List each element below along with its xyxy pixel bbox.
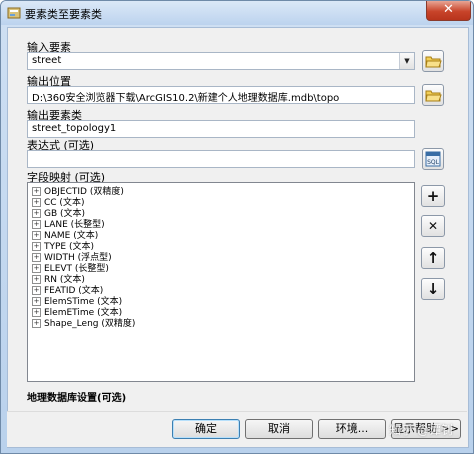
- field-map-item-label: ELEVT (长整型): [44, 264, 109, 274]
- field-map-item-label: FEATID (文本): [44, 286, 104, 296]
- field-map-item[interactable]: + WIDTH (浮点型): [32, 253, 112, 264]
- expand-icon[interactable]: +: [32, 319, 41, 328]
- folder-icon: [425, 90, 442, 102]
- title-bar[interactable]: 要素类至要素类 ✕: [1, 1, 473, 25]
- field-map-item-label: ElemSTime (文本): [44, 297, 123, 307]
- expand-icon[interactable]: +: [32, 286, 41, 295]
- field-map-item-label: CC (文本): [44, 198, 85, 208]
- expand-icon[interactable]: +: [32, 242, 41, 251]
- expand-icon[interactable]: +: [32, 209, 41, 218]
- input-features-value: street: [32, 55, 62, 66]
- field-map-item[interactable]: + GB (文本): [32, 209, 85, 220]
- field-map-item[interactable]: + ElemETime (文本): [32, 308, 122, 319]
- browse-output-button[interactable]: [422, 84, 444, 106]
- expand-icon[interactable]: +: [32, 264, 41, 273]
- environments-button[interactable]: 环境...: [318, 419, 386, 439]
- field-map-item[interactable]: + RN (文本): [32, 275, 85, 286]
- dialog-body: 输入要素 street ▼ 输出位置 D:\360安全浏览器下载\ArcGIS1…: [7, 27, 469, 448]
- add-field-button[interactable]: +: [421, 185, 445, 207]
- field-map-item[interactable]: + ElemSTime (文本): [32, 297, 122, 308]
- field-map-item[interactable]: + TYPE (文本): [32, 242, 94, 253]
- field-map-item[interactable]: + CC (文本): [32, 198, 84, 209]
- cancel-button[interactable]: 取消: [245, 419, 313, 439]
- svg-text:SQL: SQL: [427, 159, 440, 166]
- field-map-item[interactable]: + Shape_Leng (双精度): [32, 319, 135, 330]
- field-map-item-label: ElemETime (文本): [44, 308, 123, 318]
- expand-icon[interactable]: +: [32, 308, 41, 317]
- expression-field[interactable]: [27, 150, 415, 168]
- field-map-item-label: LANE (长整型): [44, 220, 105, 230]
- field-map-item-label: TYPE (文本): [44, 242, 94, 252]
- output-class-field[interactable]: street_topology1: [27, 120, 415, 138]
- window-title: 要素类至要素类: [25, 8, 102, 21]
- field-map-item-label: OBJECTID (双精度): [44, 187, 124, 197]
- chevron-down-icon[interactable]: ▼: [399, 53, 414, 69]
- field-map-item[interactable]: + NAME (文本): [32, 231, 98, 242]
- field-map-tree[interactable]: + OBJECTID (双精度) + CC (文本) + GB (文本) + LANE …: [27, 182, 415, 382]
- field-map-item[interactable]: + FEATID (文本): [32, 286, 103, 297]
- geodatabase-settings-label[interactable]: 地理数据库设置(可选): [27, 389, 126, 404]
- folder-icon: [425, 56, 442, 68]
- expand-icon[interactable]: +: [32, 297, 41, 306]
- expand-icon[interactable]: +: [32, 275, 41, 284]
- expand-icon[interactable]: +: [32, 231, 41, 240]
- field-map-item[interactable]: + OBJECTID (双精度): [32, 187, 124, 198]
- input-features-combo[interactable]: street ▼: [27, 52, 415, 70]
- expand-icon[interactable]: +: [32, 198, 41, 207]
- field-map-item-label: WIDTH (浮点型): [44, 253, 112, 263]
- move-up-button[interactable]: ↑: [421, 247, 445, 269]
- field-map-item-label: NAME (文本): [44, 231, 99, 241]
- close-button[interactable]: ✕: [426, 1, 471, 21]
- remove-field-button[interactable]: ✕: [421, 215, 445, 237]
- field-map-item-label: Shape_Leng (双精度): [44, 319, 136, 329]
- sql-button[interactable]: SQL: [422, 148, 444, 170]
- field-map-item-label: RN (文本): [44, 275, 85, 285]
- dialog-window: 要素类至要素类 ✕ 输入要素 street ▼ 输出位置 D:\360安全浏览器…: [0, 0, 474, 454]
- watermark: 知乎 @谭钊: [389, 423, 453, 437]
- field-map-item[interactable]: + LANE (长整型): [32, 220, 105, 231]
- field-map-item-label: GB (文本): [44, 209, 86, 219]
- ok-button[interactable]: 确定: [172, 419, 240, 439]
- field-map-item[interactable]: + ELEVT (长整型): [32, 264, 109, 275]
- browse-input-button[interactable]: [422, 50, 444, 72]
- output-location-field[interactable]: D:\360安全浏览器下载\ArcGIS10.2\新建个人地理数据库.mdb\t…: [27, 86, 415, 104]
- expand-icon[interactable]: +: [32, 220, 41, 229]
- toolbox-tool-icon: [7, 7, 21, 19]
- move-down-button[interactable]: ↓: [421, 278, 445, 300]
- sql-query-icon: SQL: [425, 151, 441, 167]
- expand-icon[interactable]: +: [32, 187, 41, 196]
- expand-icon[interactable]: +: [32, 253, 41, 262]
